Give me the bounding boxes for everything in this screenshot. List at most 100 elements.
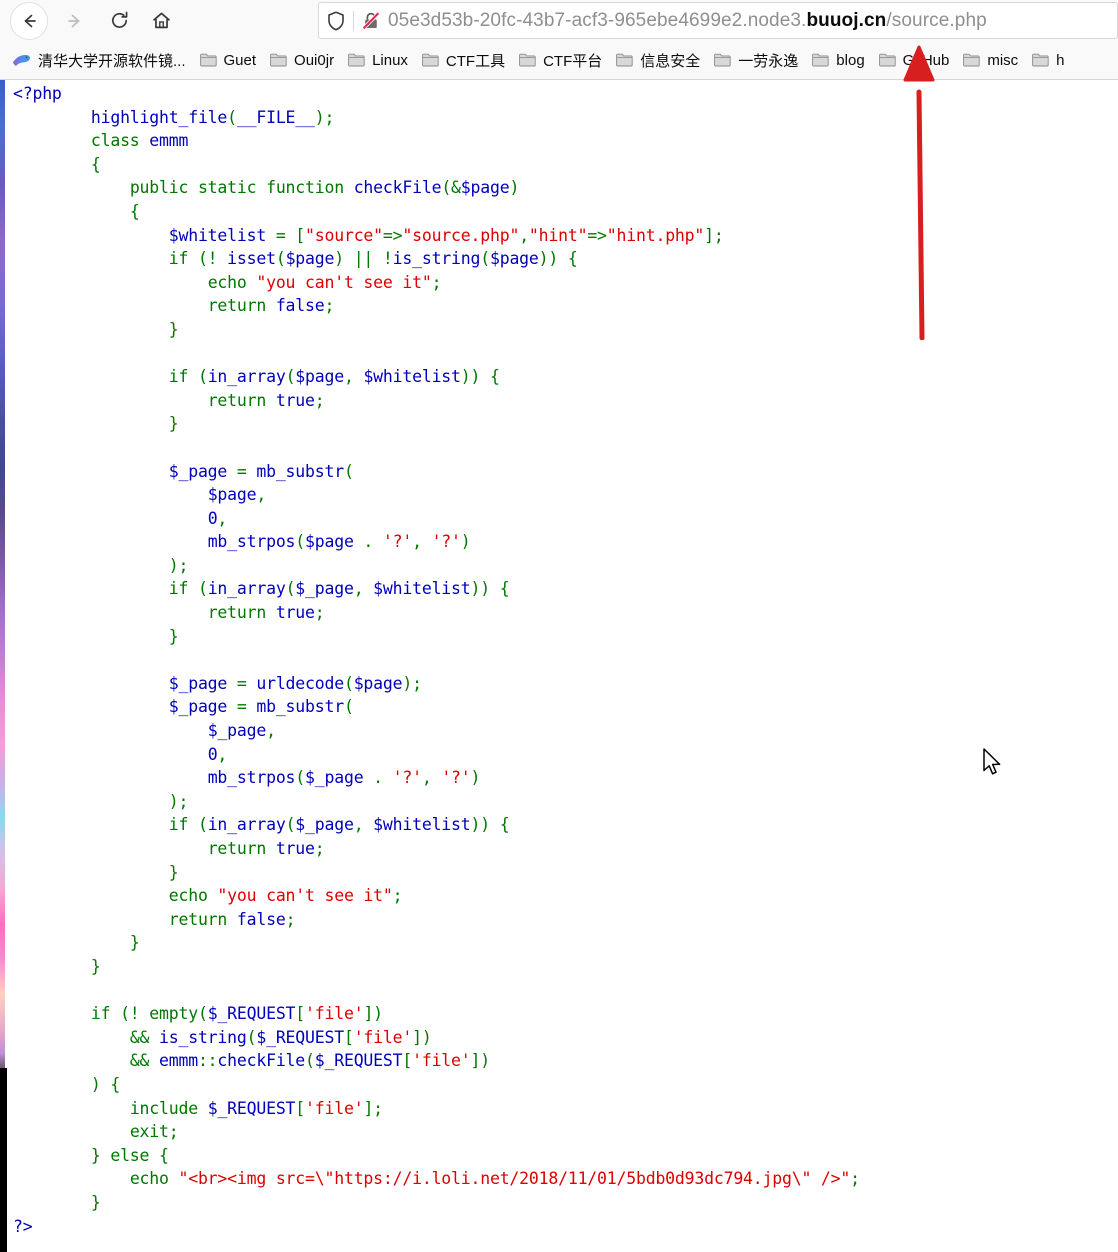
code-token: mb_strpos [207,532,296,552]
bookmark-item[interactable]: GitHub [878,52,949,69]
code-line: return true; [13,391,325,410]
code-line: class emmm [13,131,189,151]
bookmark-label: 清华大学开源软件镜... [38,52,186,70]
code-token: (! [120,1004,150,1024]
bookmark-item[interactable]: blog [812,52,865,69]
code-token: true [275,603,315,623]
code-token: $_page [168,697,228,717]
code-token: $_REQUEST [256,1027,344,1047]
code-token: 0 [207,508,218,528]
bookmark-label: h [1056,51,1065,69]
bookmark-label: CTF平台 [543,52,603,70]
code-token: highlight_file [90,107,228,127]
code-line: return true; [13,839,325,858]
code-token: $whitelist [168,225,267,245]
reload-button[interactable] [100,2,138,40]
bookmark-label: Oui0jr [294,51,335,69]
code-token: , [217,508,228,528]
bookmark-item[interactable]: CTF平台 [519,50,602,71]
bookmark-item[interactable]: h [1032,51,1065,69]
code-token: "you can't see it" [217,886,393,906]
url-text[interactable]: 05e3d53b-20fc-43b7-acf3-965ebe4699e2.nod… [388,10,987,32]
home-button[interactable] [142,2,180,40]
code-token: true [275,390,315,410]
folder-icon [519,53,536,67]
back-button[interactable] [10,1,48,40]
code-token: 'file' [412,1051,471,1071]
code-line: return false; [13,910,296,929]
code-token: $_page [168,461,228,481]
lock-crossed-icon[interactable] [354,11,388,31]
code-token: is_string [392,249,481,269]
bookmark-label: 信息安全 [640,52,701,70]
code-line: && is_string($_REQUEST['file']) [13,1028,432,1047]
url-host: buuoj.cn [806,9,887,31]
code-line: } [13,414,179,433]
code-token: ); [402,673,422,693]
bookmark-item[interactable]: 清华大学开源软件镜... [12,50,186,71]
code-token: { [159,1145,169,1165]
browser-chrome: 05e3d53b-20fc-43b7-acf3-965ebe4699e2.nod… [0,0,1118,80]
code-token: ( [343,697,354,717]
code-token: if [168,579,198,599]
code-token: = [227,697,257,717]
bookmark-label: misc [987,51,1019,69]
code-token: [ [402,1051,413,1071]
code-token: , [519,225,529,245]
bookmark-item[interactable]: CTF工具 [422,50,505,71]
code-token: class [90,131,150,151]
code-token: if [168,815,198,835]
code-line: return false; [13,296,335,316]
code-line: } [13,957,101,976]
forward-button[interactable] [56,2,94,40]
bookmark-item[interactable]: 信息安全 [616,50,700,71]
code-line: echo "you can't see it"; [13,273,442,292]
code-line: 0, [13,508,228,528]
bookmark-item[interactable]: misc [963,52,1018,69]
folder-icon [616,53,633,67]
code-token: mb_substr [256,697,344,717]
bookmark-item[interactable]: Linux [348,52,408,69]
code-token: ]) [363,1004,383,1024]
bookmark-item[interactable]: 一劳永逸 [714,50,798,71]
code-line: } [13,863,179,882]
code-line: { [13,155,101,174]
code-token: <?php [13,84,62,103]
code-token: = [ [266,225,306,245]
code-line: $whitelist = ["source"=>"source.php","hi… [13,226,724,245]
bookmark-item[interactable]: Oui0jr [270,52,334,69]
code-token: $_REQUEST [314,1051,403,1071]
code-token: if [168,249,198,269]
code-token: return [207,839,276,858]
bookmark-label: 一劳永逸 [738,52,799,70]
code-token: ( [197,1004,208,1024]
code-token: emmm [149,131,189,151]
code-line: echo "you can't see it"; [13,886,403,906]
code-token: $_page [295,579,354,599]
code-token: ) [460,532,471,552]
shield-icon[interactable] [319,11,353,31]
code-token: ( [246,1027,257,1047]
url-bar[interactable]: 05e3d53b-20fc-43b7-acf3-965ebe4699e2.nod… [318,2,1118,39]
bookmark-item[interactable]: Guet [199,52,256,69]
code-token: , [421,768,442,788]
code-token: ; [324,296,335,316]
code-token: in_array [207,579,286,599]
